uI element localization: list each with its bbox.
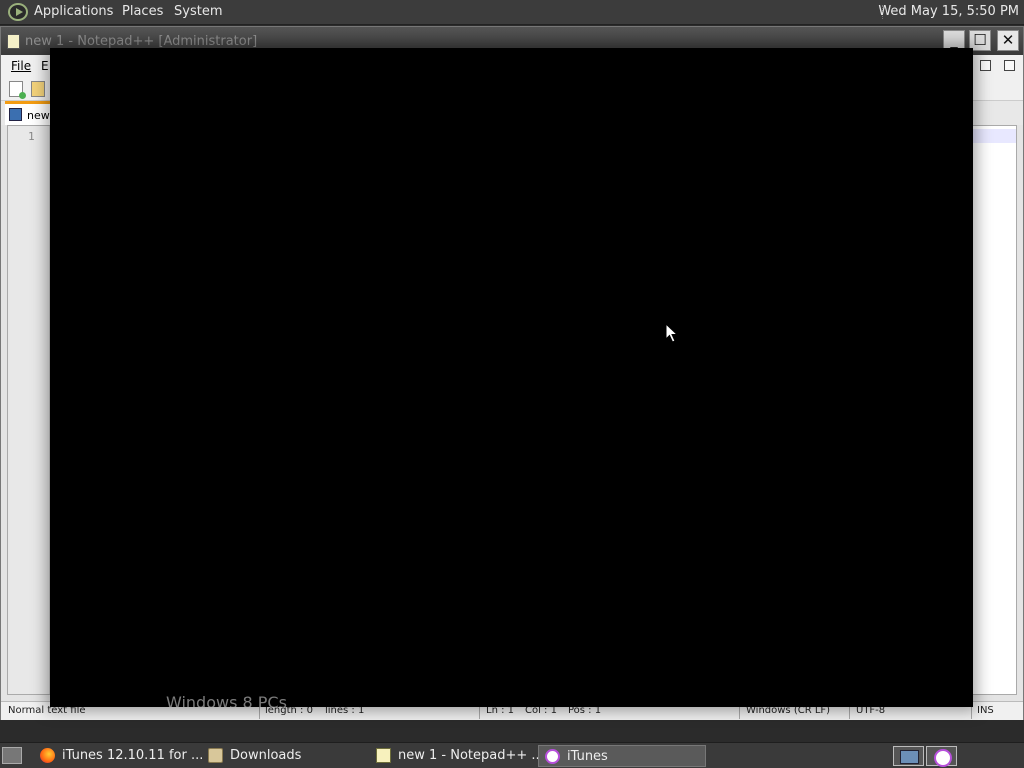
taskbar-item-label: iTunes 12.10.11 for ... [62, 748, 204, 763]
new-file-icon[interactable] [9, 81, 26, 99]
close-button[interactable]: ✕ [997, 30, 1019, 51]
top-panel: Applications Places System Wed May 15, 5… [0, 0, 1024, 25]
clock[interactable]: Wed May 15, 5:50 PM [878, 4, 1019, 19]
workspace-switcher-itunes-icon[interactable] [926, 746, 957, 767]
close-document-icon[interactable] [1004, 60, 1015, 71]
restore-document-icon[interactable] [980, 60, 991, 71]
taskbar-item-firefox[interactable]: iTunes 12.10.11 for ... [34, 745, 203, 767]
taskbar-item-downloads[interactable]: Downloads [202, 745, 362, 767]
line-number-gutter: 1 [8, 126, 50, 694]
taskbar-item-itunes[interactable]: iTunes [538, 745, 706, 767]
taskbar-item-label: Downloads [230, 748, 302, 763]
itunes-icon [545, 749, 560, 764]
taskbar-item-label: iTunes [567, 749, 608, 764]
distro-logo-icon[interactable] [8, 3, 28, 21]
window-title: new 1 - Notepad++ [Administrator] [25, 34, 258, 49]
menu-edit[interactable]: E [41, 59, 49, 73]
workspace-switcher-desktop-icon[interactable] [893, 746, 924, 766]
menu-file[interactable]: File [11, 59, 31, 73]
open-file-icon[interactable] [31, 81, 45, 97]
applications-menu[interactable]: Applications [34, 4, 113, 19]
places-menu[interactable]: Places [122, 4, 163, 19]
taskbar-item-notepad[interactable]: new 1 - Notepad++ ... [370, 745, 544, 767]
taskbar-item-label: new 1 - Notepad++ ... [398, 748, 544, 763]
tab-label: new [27, 109, 50, 122]
status-insert-mode: INS [977, 705, 994, 716]
folder-icon [208, 748, 223, 763]
system-menu[interactable]: System [174, 4, 222, 19]
notepad-icon [7, 34, 20, 49]
itunes-window[interactable]: Windows 8 PCs [50, 48, 973, 707]
save-icon [9, 108, 22, 121]
taskbar: iTunes 12.10.11 for ... Downloads new 1 … [0, 742, 1024, 768]
line-number: 1 [28, 130, 35, 143]
mouse-pointer-icon [665, 323, 679, 343]
itunes-ghost-text: Windows 8 PCs [166, 693, 287, 707]
notepad-icon [376, 748, 391, 763]
firefox-icon [40, 748, 55, 763]
show-desktop-icon[interactable] [2, 747, 22, 764]
